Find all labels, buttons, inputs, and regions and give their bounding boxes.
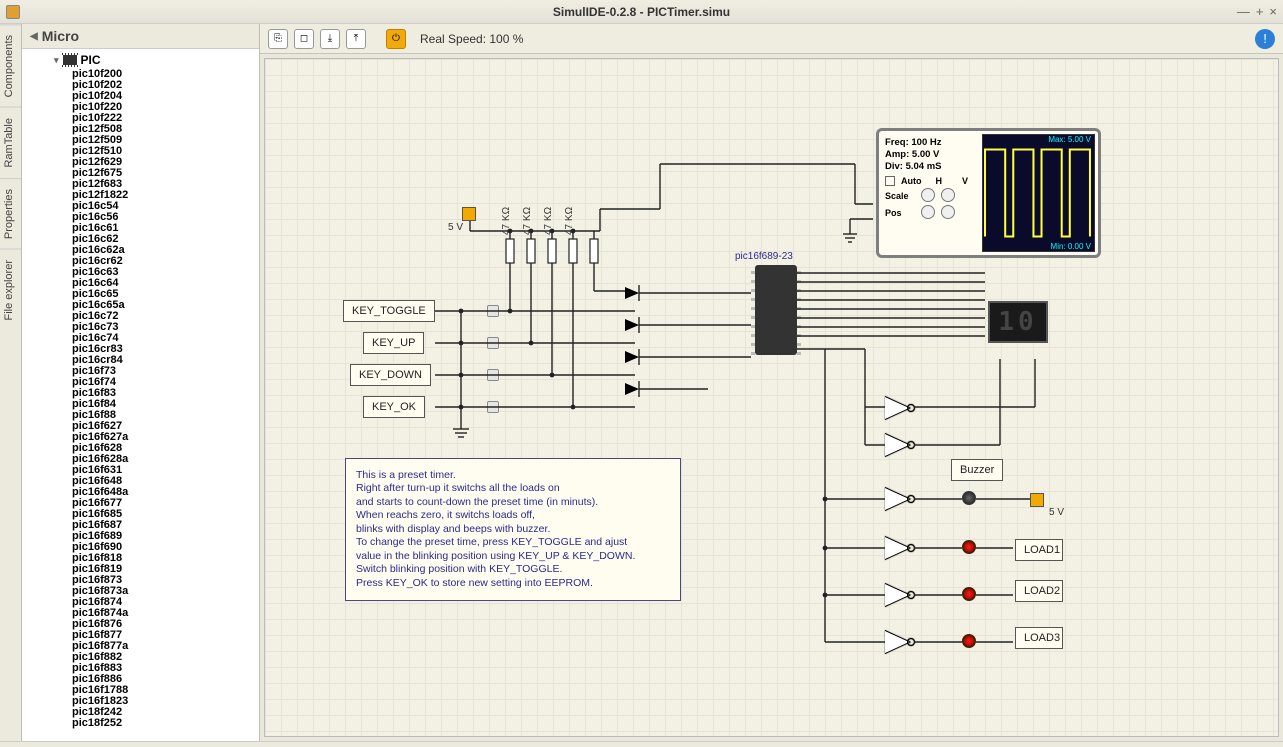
key-toggle-label[interactable]: KEY_TOGGLE bbox=[343, 300, 435, 322]
push-button[interactable] bbox=[487, 337, 499, 349]
scope-freq: Freq: 100 Hz bbox=[885, 137, 973, 148]
scope-pos-v-knob[interactable] bbox=[941, 205, 955, 219]
window-title: SimulIDE-0.2.8 - PICTimer.simu bbox=[553, 5, 730, 19]
status-bar bbox=[0, 741, 1283, 747]
app-icon bbox=[6, 5, 20, 19]
seven-segment-display[interactable]: 10 bbox=[988, 301, 1048, 343]
tab-file-explorer[interactable]: File explorer bbox=[0, 249, 21, 331]
scope-div: Div: 5.04 mS bbox=[885, 161, 973, 172]
collapse-icon[interactable]: ◀ bbox=[30, 31, 38, 42]
chip-label: pic16f689-23 bbox=[735, 251, 793, 262]
resistor-label: 47 KΩ bbox=[501, 207, 512, 235]
tree-part-item[interactable]: pic18f252 bbox=[42, 718, 259, 729]
tab-properties[interactable]: Properties bbox=[0, 178, 21, 249]
load3-label[interactable]: LOAD3 bbox=[1015, 627, 1063, 649]
pic-chip[interactable] bbox=[755, 265, 797, 355]
push-button[interactable] bbox=[487, 305, 499, 317]
save-as-button[interactable]: ⤒ bbox=[346, 29, 366, 49]
component-tree: ◀ Micro ▾ PIC pic10f200pic10f202pic10f20… bbox=[22, 24, 260, 741]
scope-amp: Amp: 5.00 V bbox=[885, 149, 973, 160]
led-load1[interactable] bbox=[962, 540, 976, 554]
oscilloscope[interactable]: Freq: 100 Hz Amp: 5.00 V Div: 5.04 mS Au… bbox=[876, 128, 1101, 258]
load1-label[interactable]: LOAD1 bbox=[1015, 539, 1063, 561]
info-icon[interactable]: ! bbox=[1255, 29, 1275, 49]
power-button[interactable]: ⏻ bbox=[386, 29, 406, 49]
push-button[interactable] bbox=[487, 369, 499, 381]
minimize-icon[interactable]: — bbox=[1237, 4, 1250, 19]
real-speed-label: Real Speed: 100 % bbox=[420, 32, 523, 46]
text-note[interactable]: This is a preset timer. Right after turn… bbox=[345, 458, 681, 601]
load2-label[interactable]: LOAD2 bbox=[1015, 580, 1063, 602]
maximize-icon[interactable]: + bbox=[1256, 4, 1264, 19]
open-button[interactable]: ◻ bbox=[294, 29, 314, 49]
close-icon[interactable]: × bbox=[1269, 4, 1277, 19]
power-5v-source-2[interactable] bbox=[1030, 493, 1044, 507]
key-down-label[interactable]: KEY_DOWN bbox=[350, 364, 431, 386]
chip-icon bbox=[63, 55, 77, 65]
tab-components[interactable]: Components bbox=[0, 24, 21, 107]
key-up-label[interactable]: KEY_UP bbox=[363, 332, 424, 354]
scope-screen: Max: 5.00 V Min: 0.00 V bbox=[982, 134, 1095, 252]
resistor-label: 47 KΩ bbox=[522, 207, 533, 235]
scope-auto-checkbox[interactable] bbox=[885, 176, 895, 186]
save-button[interactable]: ⤓ bbox=[320, 29, 340, 49]
scope-scale-h-knob[interactable] bbox=[921, 188, 935, 202]
tree-pic-node[interactable]: ▾ PIC bbox=[42, 51, 259, 69]
tree-body[interactable]: ▾ PIC pic10f200pic10f202pic10f204pic10f2… bbox=[22, 49, 259, 741]
tree-category: Micro bbox=[42, 28, 79, 44]
led-buzzer[interactable] bbox=[962, 491, 976, 505]
scope-pos-h-knob[interactable] bbox=[921, 205, 935, 219]
new-button[interactable]: ⎘ bbox=[268, 29, 288, 49]
buzzer-label[interactable]: Buzzer bbox=[951, 459, 1003, 481]
tree-header[interactable]: ◀ Micro bbox=[22, 24, 259, 49]
power-5v-label-2: 5 V bbox=[1049, 507, 1064, 518]
toolbar: ⎘ ◻ ⤓ ⤒ ⏻ Real Speed: 100 % ! bbox=[260, 24, 1283, 54]
side-tab-strip: Components RamTable Properties File expl… bbox=[0, 24, 22, 741]
title-bar: SimulIDE-0.2.8 - PICTimer.simu — + × bbox=[0, 0, 1283, 24]
led-load3[interactable] bbox=[962, 634, 976, 648]
scope-scale-v-knob[interactable] bbox=[941, 188, 955, 202]
push-button[interactable] bbox=[487, 401, 499, 413]
led-load2[interactable] bbox=[962, 587, 976, 601]
resistor-label: 47 KΩ bbox=[543, 207, 554, 235]
resistor-label: 47 KΩ bbox=[564, 207, 575, 235]
power-5v-label: 5 V bbox=[448, 222, 463, 233]
key-ok-label[interactable]: KEY_OK bbox=[363, 396, 425, 418]
circuit-canvas[interactable]: 5 V KEY_TOGGLE KEY_UP KEY_DOWN KEY_OK Th… bbox=[264, 58, 1279, 737]
power-5v-source[interactable] bbox=[462, 207, 476, 221]
tab-ramtable[interactable]: RamTable bbox=[0, 107, 21, 178]
